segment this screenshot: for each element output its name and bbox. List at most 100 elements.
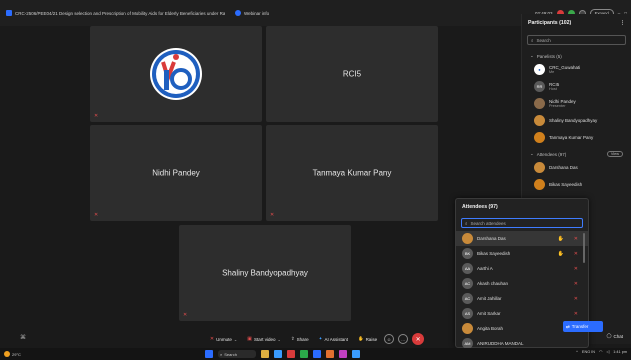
attendees-scrollbar[interactable] bbox=[583, 233, 585, 263]
video-tile-nidhi[interactable]: Nidhi Pandey ✕ bbox=[90, 125, 262, 221]
attendee-row[interactable]: Darshana Das ✋ ✕ bbox=[456, 231, 588, 246]
language-indicator[interactable]: ENG IN bbox=[582, 350, 595, 354]
panel-options-icon[interactable]: ⋮ bbox=[620, 20, 625, 26]
attendees-popup-title: Attendees (97) bbox=[462, 204, 498, 210]
attendee-name: Amit Sarkar bbox=[477, 311, 501, 316]
ai-assistant-button[interactable]: ✦ AI Assistant bbox=[316, 334, 351, 344]
muted-mic-icon: ✕ bbox=[94, 113, 99, 119]
share-button[interactable]: ⇪ Share bbox=[288, 334, 312, 344]
participants-search-input[interactable]: ⌕ Search bbox=[527, 35, 626, 45]
edge-browser-icon[interactable] bbox=[274, 350, 282, 358]
panelists-header: Panelists (5) bbox=[536, 53, 562, 59]
attendee-row[interactable]: BK Bikas Sayeedish ✋ ✕ bbox=[456, 246, 588, 261]
attendee-name: Darshana Das bbox=[477, 236, 506, 241]
avatar bbox=[534, 98, 545, 109]
chevron-down-icon[interactable]: ⌄ bbox=[278, 337, 281, 342]
wifi-icon[interactable]: ◠ bbox=[599, 349, 602, 354]
hand-icon[interactable]: ✋ bbox=[558, 251, 564, 257]
transfer-label: Transfer bbox=[571, 324, 589, 329]
muted-mic-icon[interactable]: ✕ bbox=[574, 281, 578, 287]
attendee-row[interactable]: AC Akash chauhan ✕ bbox=[456, 276, 588, 291]
speaker-icon[interactable]: ◁ bbox=[606, 349, 609, 354]
participants-header: Participants (102) ⋮ bbox=[522, 14, 631, 32]
start-video-label: Start video bbox=[253, 336, 276, 342]
webex-taskbar-icon[interactable] bbox=[313, 350, 321, 358]
avatar bbox=[534, 162, 545, 173]
start-video-button[interactable]: ▣ Start video ⌄ bbox=[244, 334, 284, 344]
attendee-row[interactable]: Bikas Sayeedish bbox=[522, 176, 631, 193]
unmute-label: Unmute bbox=[216, 336, 232, 342]
muted-mic-icon: ✕ bbox=[270, 212, 275, 218]
app-icon[interactable] bbox=[352, 350, 360, 358]
taskbar-search[interactable]: ⌕ Search bbox=[218, 350, 256, 358]
chrome-icon[interactable] bbox=[300, 350, 308, 358]
attendee-name: Aarthi A bbox=[477, 266, 493, 271]
raise-hand-button[interactable]: ✋ Raise bbox=[355, 334, 380, 344]
panelist-row[interactable]: RR RCI5 Host bbox=[522, 78, 631, 95]
search-placeholder: Search attendees bbox=[470, 220, 506, 226]
search-icon: ⌕ bbox=[531, 37, 534, 43]
muted-mic-icon[interactable]: ✕ bbox=[574, 236, 578, 242]
avatar bbox=[534, 179, 545, 190]
taskbar-apps: ⌕ Search bbox=[205, 350, 360, 358]
avatar: AC bbox=[462, 293, 473, 304]
muted-mic-icon[interactable]: ✕ bbox=[574, 266, 578, 272]
weather-widget[interactable]: 29°C bbox=[4, 351, 21, 357]
panelist-row[interactable]: Tanmaya Kumar Pany bbox=[522, 129, 631, 146]
raise-label: Raise bbox=[365, 336, 378, 342]
avatar bbox=[462, 233, 473, 244]
video-stage: ✕ RCI5 Nidhi Pandey ✕ Tanmaya Kumar Pany… bbox=[0, 14, 521, 344]
file-explorer-icon[interactable] bbox=[261, 350, 269, 358]
panelist-row[interactable]: Nidhi Pandey Presenter bbox=[522, 95, 631, 112]
attendee-row[interactable]: AA Aarthi A ✕ bbox=[456, 261, 588, 276]
attendees-section-toggle[interactable]: ⌄ Attendees (97) View bbox=[522, 146, 631, 159]
panelist-role: Presenter bbox=[549, 104, 566, 108]
chat-icon: ◯ bbox=[606, 333, 612, 338]
clock-time[interactable]: 1:41 pm bbox=[613, 350, 627, 354]
avatar: AS bbox=[462, 308, 473, 319]
attendees-search-input[interactable]: ⌕ Search attendees bbox=[461, 218, 583, 228]
avatar: BK bbox=[462, 248, 473, 259]
attendee-name: Darshana Das bbox=[549, 165, 578, 170]
tile-participant-name: Nidhi Pandey bbox=[152, 168, 200, 178]
attendee-name: Akash chauhan bbox=[477, 281, 509, 286]
leave-meeting-button[interactable]: ✕ bbox=[412, 333, 425, 345]
avatar-logo-icon: ● bbox=[534, 64, 545, 75]
search-icon: ⌕ bbox=[220, 351, 223, 357]
muted-mic-icon[interactable]: ✕ bbox=[574, 296, 578, 302]
store-icon[interactable] bbox=[287, 350, 295, 358]
view-all-attendees-button[interactable]: View bbox=[606, 151, 623, 157]
reactions-icon[interactable]: ☺ bbox=[384, 334, 395, 344]
transfer-icon: ⇄ bbox=[566, 323, 570, 329]
system-tray: ^ ENG IN ◠ ◁ 1:41 pm bbox=[576, 349, 627, 355]
panelist-row[interactable]: Shaliny Bandyopadhyay bbox=[522, 112, 631, 129]
tile-participant-name: RCI5 bbox=[342, 69, 362, 79]
windows-start-icon[interactable] bbox=[205, 350, 213, 358]
chevron-down-icon[interactable]: ⌄ bbox=[234, 337, 237, 342]
tile-participant-name: Tanmaya Kumar Pany bbox=[312, 168, 392, 178]
hand-icon[interactable]: ✋ bbox=[558, 236, 564, 242]
unmute-button[interactable]: ✕ Unmute ⌄ bbox=[207, 334, 240, 344]
attendee-row[interactable]: AS Amit Sarkar ✕ bbox=[456, 306, 588, 321]
app-icon[interactable] bbox=[326, 350, 334, 358]
windows-taskbar: 29°C ⌕ Search ^ ENG IN ◠ ◁ 1:41 pm bbox=[0, 348, 631, 360]
search-placeholder: Search bbox=[536, 37, 551, 43]
panelist-row[interactable]: ● CRC_Guwahati Me bbox=[522, 61, 631, 78]
video-tile-rci5[interactable]: RCI5 bbox=[266, 26, 438, 122]
panelists-section-toggle[interactable]: ⌄ Panelists (5) bbox=[522, 48, 631, 61]
muted-mic-icon[interactable]: ✕ bbox=[574, 251, 578, 257]
video-tile-tanmaya[interactable]: Tanmaya Kumar Pany ✕ bbox=[266, 125, 438, 221]
chat-button[interactable]: ◯ Chat bbox=[606, 333, 623, 339]
attendee-row[interactable]: Darshana Das bbox=[522, 159, 631, 176]
video-tile-logo[interactable]: ✕ bbox=[90, 26, 262, 122]
ai-assistant-icon: ✦ bbox=[318, 336, 323, 341]
muted-mic-icon[interactable]: ✕ bbox=[574, 311, 578, 317]
organization-logo bbox=[150, 48, 202, 100]
avatar: AA bbox=[462, 263, 473, 274]
muted-mic-icon: ✕ bbox=[94, 212, 99, 218]
more-options-icon[interactable]: … bbox=[398, 334, 409, 344]
chevron-up-icon[interactable]: ^ bbox=[576, 350, 578, 354]
video-tile-shaliny[interactable]: Shaliny Bandyopadhyay ✕ bbox=[179, 225, 351, 321]
attendee-row[interactable]: AC Amit Jahillar ✕ bbox=[456, 291, 588, 306]
app-icon[interactable] bbox=[339, 350, 347, 358]
